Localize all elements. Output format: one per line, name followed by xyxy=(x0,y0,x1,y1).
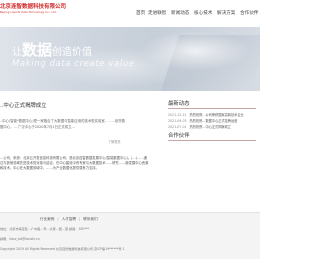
article-title[interactable]: ..中心正式揭牌成立 xyxy=(0,103,47,110)
logo-name-cn: 北京连智数据科技有限公司 xyxy=(0,4,67,10)
article-body: …公司，系统：北京云开发信息科技有限公司，是北京连智数据发展中心(智能数据中心)… xyxy=(0,156,149,170)
footer-email: 邮箱：lianz_bd@lianzhi.cn xyxy=(0,237,40,241)
news-title: 热烈祝贺…数据中心正式挂牌运营 xyxy=(189,119,238,123)
nav-item-about[interactable]: 走进联智 xyxy=(148,11,166,17)
footer-link-cases[interactable]: 行业案例 xyxy=(40,217,54,221)
footer-link-careers[interactable]: 人才招聘 xyxy=(62,217,76,221)
banner-glow xyxy=(140,31,250,71)
slogan-part3: 创造价值 xyxy=(52,47,93,58)
nav-item-news[interactable]: 新闻动态 xyxy=(171,11,189,17)
nav-item-home[interactable]: 首页 xyxy=(136,11,145,17)
company-logo[interactable]: 北京连智数据科技有限公司 Beijing Lianzhi Data Techno… xyxy=(0,4,66,14)
news-item[interactable]: 2021-07-01 热烈祝贺…中心正式揭牌成立 xyxy=(168,124,256,130)
nav-item-solutions[interactable]: 解决方案 xyxy=(217,11,235,17)
banner-slogan: 让数据创造价值 xyxy=(12,39,92,60)
news-title: 热烈祝贺…公司荣获国家高新技术企业 xyxy=(189,113,244,117)
footer-address: 地址：北京市海淀区…广中路…号…大厦…层…室 邮编：100*** xyxy=(0,227,89,231)
logo-name-en: Beijing Lianzhi Data Technology Co., Ltd… xyxy=(0,11,57,14)
footer-link-contact[interactable]: 联系我们 xyxy=(83,217,97,221)
read-more-link[interactable]: 了解更多 xyxy=(108,140,121,144)
site-footer: 行业案例 | 人才招聘 | 联系我们 地址：北京市海淀区…广中路…号…大厦…层…室 邮编… xyxy=(0,212,260,259)
hero-banner: 让数据创造价值 Making data create value xyxy=(0,27,260,91)
news-date: 2021-12-21 xyxy=(168,113,187,117)
news-section-title: 最新动态 xyxy=(168,100,256,109)
news-title: 热烈祝贺…中心正式揭牌成立 xyxy=(189,125,231,129)
slogan-part2: 数据 xyxy=(22,41,53,59)
news-date: 2021-07-01 xyxy=(168,125,187,129)
footer-links: 行业案例 | 人才招聘 | 联系我们 xyxy=(40,217,98,222)
footer-divider: | xyxy=(57,217,59,221)
slogan-part1: 让 xyxy=(12,47,22,58)
news-date: 2021-09-03 xyxy=(168,119,187,123)
main-nav: 首页 走进联智 新闻动态 核心技术 解决方案 合作伙伴 xyxy=(130,11,260,19)
nav-item-technology[interactable]: 核心技术 xyxy=(194,11,212,17)
partners-section-title: 合作伙伴 xyxy=(168,132,256,141)
nav-item-partners[interactable]: 合作伙伴 xyxy=(240,11,258,17)
sidebar: 最新动态 2021-12-21 热烈祝贺…公司荣获国家高新技术企业 2021-09… xyxy=(168,100,256,141)
banner-slogan-en: Making data create value xyxy=(12,59,135,69)
article-summary: ..中心(智能*数据中心)是一家融合了大数据与智能应用的技术型实验室，……依托数… xyxy=(0,119,126,129)
footer-divider: | xyxy=(78,217,81,221)
footer-copyright: Copyright 2019 All Rights Reserved 北京连智数… xyxy=(0,247,125,251)
site-header: 北京连智数据科技有限公司 Beijing Lianzhi Data Techno… xyxy=(0,0,260,27)
